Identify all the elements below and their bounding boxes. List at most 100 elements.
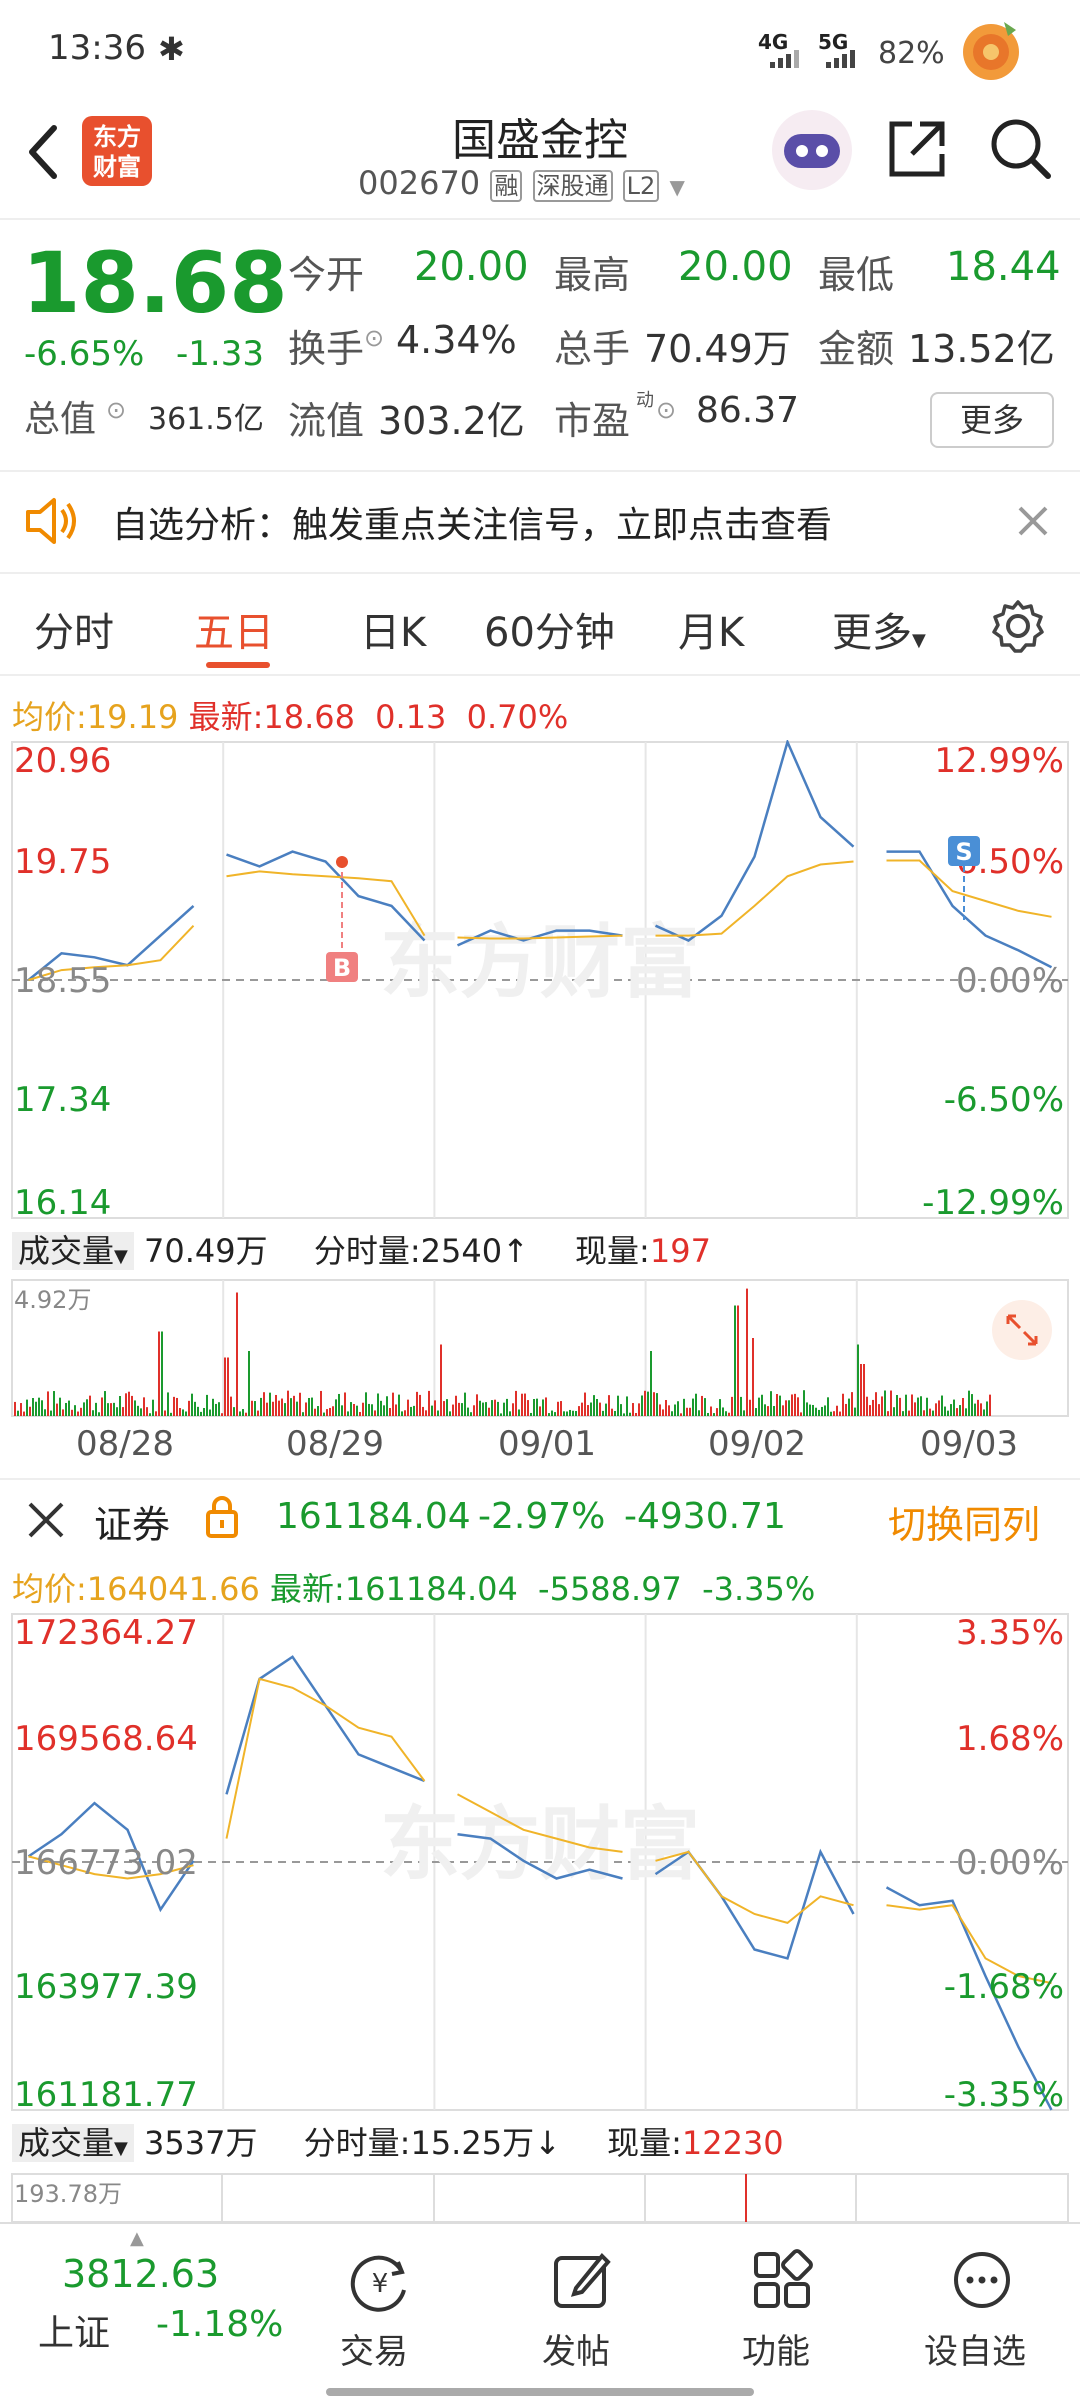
caret-down-icon[interactable]: ▼ (669, 175, 684, 199)
volume-bar (329, 1407, 331, 1416)
search-icon[interactable] (988, 116, 1054, 182)
volume-bar (563, 1411, 565, 1416)
status-time: 13:36 (48, 28, 146, 68)
switch-peer-button[interactable]: 切换同列 (888, 1494, 1040, 1549)
volume-bar (260, 1397, 262, 1416)
volume-bar (425, 1410, 427, 1416)
volume-selector[interactable]: 成交量▼ (12, 1232, 134, 1270)
volume-bar (119, 1396, 121, 1416)
volume-bar (698, 1410, 700, 1416)
volume-bar (437, 1410, 439, 1416)
volume-bar (488, 1407, 490, 1416)
volume-bar (911, 1394, 913, 1416)
nav-functions[interactable]: 功能 (720, 2224, 840, 2402)
price-line-day-2 (225, 1655, 425, 1795)
volume-bar (791, 1394, 793, 1416)
volume-frame (11, 1279, 1069, 1417)
info-icon[interactable]: ⊙ (364, 324, 384, 352)
volume-bar (107, 1403, 109, 1416)
avatar-rose-icon[interactable] (956, 14, 1026, 84)
volume-bar (509, 1411, 511, 1416)
open-value: 20.00 (414, 244, 529, 290)
volume-bar (275, 1394, 277, 1416)
info-icon[interactable]: ⊙ (656, 396, 676, 424)
volume-bar (167, 1392, 169, 1416)
trade-yen-icon: ¥ (350, 2255, 406, 2312)
nav-add-watchlist[interactable]: 设自选 (912, 2224, 1052, 2402)
more-quote-button[interactable]: 更多 (930, 392, 1054, 448)
volume-bar (644, 1390, 646, 1416)
volume-bar (800, 1412, 802, 1416)
volume-bar (341, 1405, 343, 1416)
volume-bar (482, 1402, 484, 1416)
volume-bar (203, 1408, 205, 1416)
volume-bar (527, 1400, 529, 1416)
volume-bar (836, 1405, 838, 1416)
high-value: 20.00 (678, 244, 793, 290)
volume-bar (479, 1400, 481, 1416)
volume-bar (896, 1395, 898, 1416)
expand-icon[interactable] (992, 1300, 1052, 1360)
sell-marker-label: S (955, 838, 972, 866)
tab-more-label: 更多 (832, 610, 912, 656)
volume-bar (869, 1405, 871, 1416)
settings-gear-icon[interactable] (990, 598, 1046, 654)
volume-bar (161, 1331, 163, 1416)
volume-bar (104, 1391, 106, 1416)
five-day-volume-chart[interactable]: 4.92万 (0, 1278, 1080, 1418)
tab-intraday[interactable]: 分时 (34, 600, 114, 658)
tab-five-day[interactable]: 五日 (194, 600, 274, 658)
speaker-icon (26, 498, 76, 544)
tab-60min[interactable]: 60分钟 (484, 600, 615, 658)
sector-price-chart[interactable]: 东方财富 172364.27 169568.64 166773.02 163977.3… (0, 1612, 1080, 2112)
volume-bar (767, 1406, 769, 1416)
tab-more[interactable]: 更多▼ (832, 600, 926, 658)
sector-volume-chart[interactable]: 193.78万 (0, 2170, 1080, 2222)
analysis-notice[interactable]: 自选分析：触发重点关注信号，立即点击查看 (0, 472, 1080, 574)
nav-trade[interactable]: ¥ 交易 (320, 2224, 440, 2402)
nav-add-watchlist-label: 设自选 (924, 2332, 1026, 2372)
volume-bar (443, 1401, 445, 1416)
delta-value: -5588.97 (538, 1570, 682, 1608)
lock-icon[interactable] (202, 1494, 242, 1540)
volume-bar (806, 1402, 808, 1416)
volume-bar (230, 1396, 232, 1416)
robot-assistant-icon[interactable] (770, 108, 854, 192)
change-percent: -6.65% (24, 334, 145, 374)
five-day-price-chart[interactable]: 东方财富 20.9619.7518.5517.3416.1412.99%6.50… (0, 740, 1080, 1220)
volume-bar (848, 1398, 850, 1416)
amount-value: 13.52亿 (908, 327, 1055, 371)
float-label: 流值 (288, 399, 365, 443)
volume-bar (668, 1405, 670, 1416)
connect-tag: 深股通 (532, 170, 613, 202)
volume-bar (398, 1394, 400, 1416)
volume-bar (983, 1409, 985, 1416)
volume-bar (890, 1390, 892, 1416)
tab-daily-k[interactable]: 日K (360, 600, 426, 658)
volume-label: 成交量 (18, 1232, 115, 1270)
volume-bar (926, 1397, 928, 1416)
close-icon[interactable] (1016, 504, 1050, 538)
volume-bar (362, 1402, 364, 1416)
volume-bar (449, 1411, 451, 1416)
buy-marker[interactable]: B (326, 856, 358, 982)
info-icon[interactable]: ⊙ (106, 396, 126, 424)
volume-selector[interactable]: 成交量▼ (12, 2124, 134, 2162)
volume-bar (740, 1396, 742, 1416)
close-icon[interactable] (26, 1500, 66, 1540)
minute-volume-label: 分时量: (313, 1232, 421, 1270)
index-name: 上证 (38, 2313, 111, 2354)
volume-bar (824, 1405, 826, 1416)
index-ticker[interactable]: ▲ 3812.63 上证 -1.18% (0, 2224, 290, 2402)
volume-bar (17, 1410, 19, 1416)
volume-bar (569, 1409, 571, 1416)
tab-monthly-k[interactable]: 月K (678, 600, 744, 658)
volume-bar (629, 1412, 631, 1416)
volume-bar (347, 1411, 349, 1416)
share-icon[interactable] (884, 116, 950, 182)
volume-bar (641, 1395, 643, 1416)
volume-bar (314, 1408, 316, 1416)
nav-post[interactable]: 发帖 (520, 2224, 640, 2402)
volume-bar (944, 1406, 946, 1416)
sector-name: 证券 (94, 1503, 171, 1547)
